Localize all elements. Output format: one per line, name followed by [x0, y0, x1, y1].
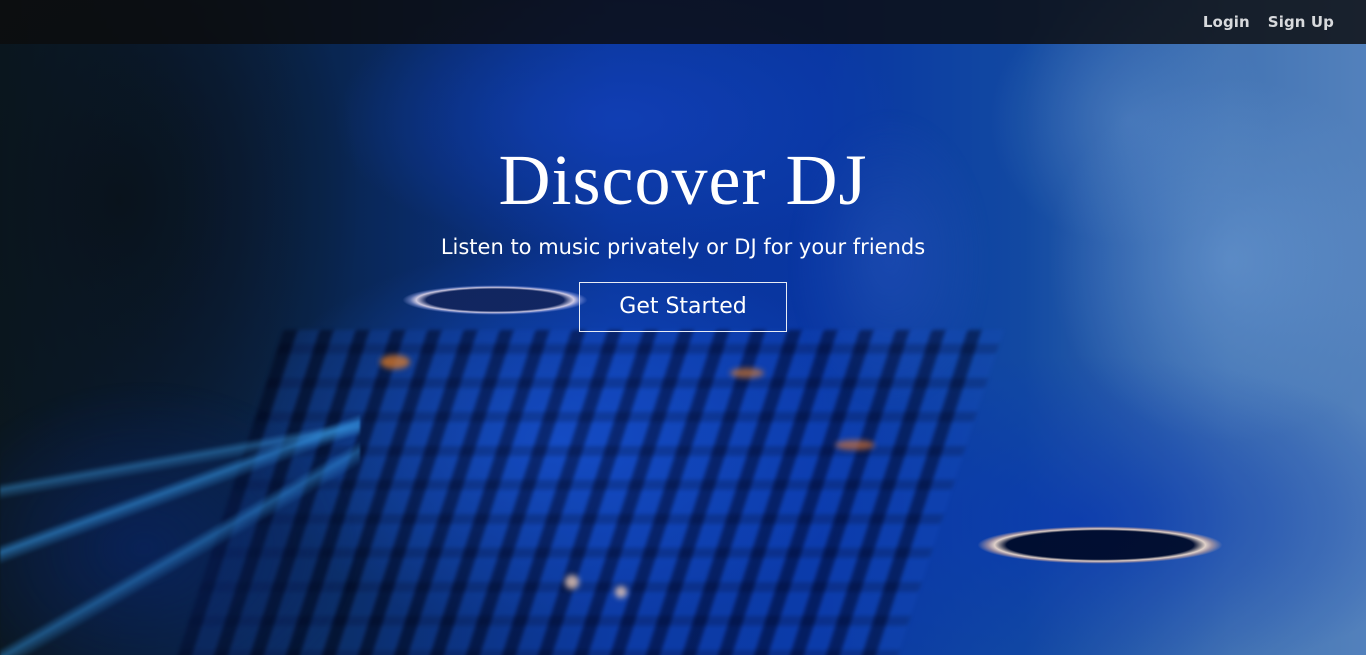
top-navbar: Login Sign Up	[0, 0, 1366, 44]
nav-links: Login Sign Up	[1203, 0, 1334, 44]
login-link[interactable]: Login	[1203, 13, 1250, 31]
landing-page: Login Sign Up Discover DJ Listen to musi…	[0, 0, 1366, 655]
signup-link[interactable]: Sign Up	[1268, 13, 1334, 31]
get-started-button[interactable]: Get Started	[579, 282, 787, 332]
hero-subtitle: Listen to music privately or DJ for your…	[440, 235, 926, 259]
hero-title: Discover DJ	[498, 140, 868, 220]
